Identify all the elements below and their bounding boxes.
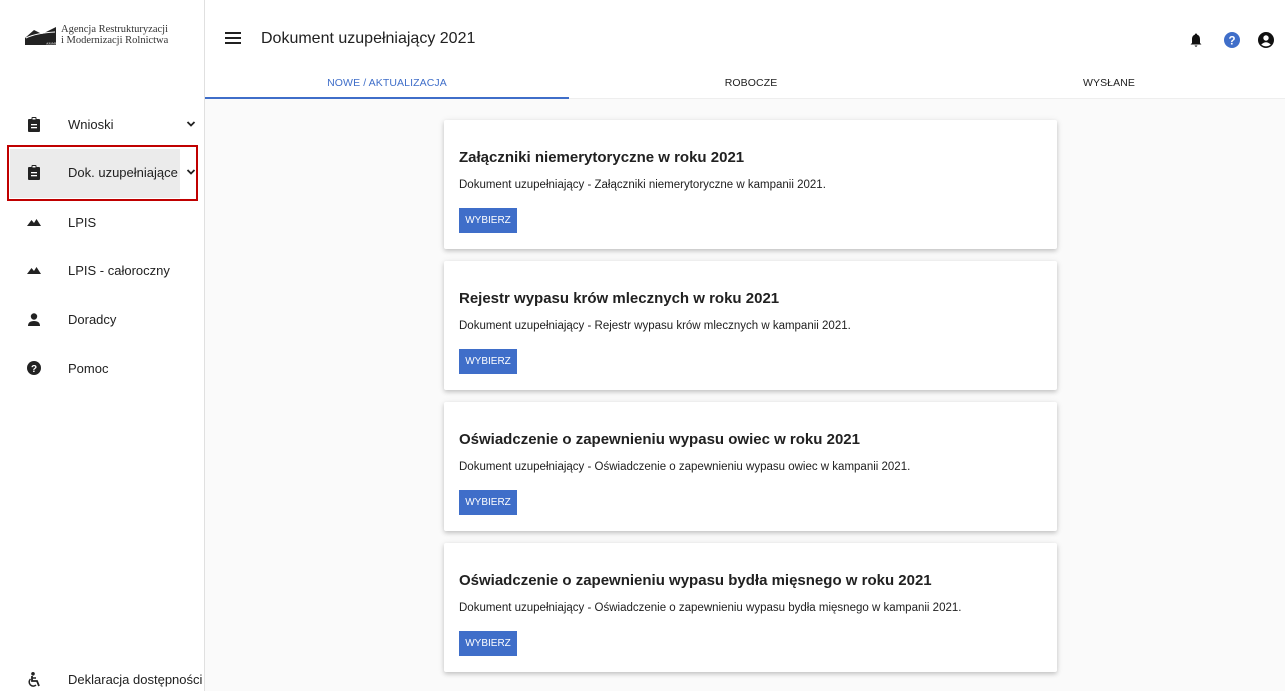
sidebar: ARiMR Agencja Restrukturyzacji i Moderni… bbox=[0, 0, 205, 691]
accessibility-icon bbox=[27, 671, 41, 687]
account-icon[interactable] bbox=[1257, 31, 1275, 49]
logo[interactable]: ARiMR Agencja Restrukturyzacji i Moderni… bbox=[24, 24, 168, 46]
landscape-icon bbox=[27, 214, 41, 230]
card-description: Dokument uzupełniający - Załączniki niem… bbox=[459, 179, 826, 191]
menu-icon[interactable] bbox=[225, 32, 241, 46]
clipboard-icon bbox=[27, 116, 41, 132]
sidebar-item-label: LPIS - całoroczny bbox=[68, 262, 170, 278]
sidebar-item-deklaracja-dostepnosci[interactable]: Deklaracja dostępności bbox=[0, 656, 205, 691]
arimr-logo-icon: ARiMR bbox=[24, 24, 57, 46]
sidebar-item-label: Pomoc bbox=[68, 360, 109, 376]
card-description: Dokument uzupełniający - Oświadczenie o … bbox=[459, 461, 911, 473]
select-button[interactable]: WYBIERZ bbox=[459, 490, 517, 515]
card-title: Załączniki niemerytoryczne w roku 2021 bbox=[459, 149, 745, 166]
document-card: Oświadczenie o zapewnieniu wypasu owiec … bbox=[444, 402, 1057, 531]
sidebar-item-lpis[interactable]: LPIS bbox=[0, 199, 205, 245]
help-circle-icon: ? bbox=[27, 360, 41, 376]
logo-text: Agencja Restrukturyzacji i Modernizacji … bbox=[61, 24, 168, 46]
bell-icon[interactable] bbox=[1187, 31, 1205, 49]
document-card: Załączniki niemerytoryczne w roku 2021 D… bbox=[444, 120, 1057, 249]
svg-text:?: ? bbox=[31, 364, 37, 375]
highlight-frame bbox=[7, 145, 198, 201]
sidebar-item-label: Wnioski bbox=[68, 116, 114, 132]
tab-robocze[interactable]: ROBOCZE bbox=[569, 66, 933, 99]
sidebar-item-doradcy[interactable]: Doradcy bbox=[0, 296, 205, 342]
help-circle-icon[interactable]: ? bbox=[1223, 31, 1241, 49]
select-button[interactable]: WYBIERZ bbox=[459, 631, 517, 656]
card-description: Dokument uzupełniający - Rejestr wypasu … bbox=[459, 320, 851, 332]
tab-nowe-aktualizacja[interactable]: NOWE / AKTUALIZACJA bbox=[205, 66, 569, 99]
svg-text:ARiMR: ARiMR bbox=[46, 42, 57, 46]
card-title: Oświadczenie o zapewnieniu wypasu bydła … bbox=[459, 572, 932, 589]
chevron-down-icon[interactable] bbox=[186, 119, 196, 129]
document-card: Rejestr wypasu krów mlecznych w roku 202… bbox=[444, 261, 1057, 390]
landscape-icon bbox=[27, 262, 41, 278]
logo-line-2: i Modernizacji Rolnictwa bbox=[61, 35, 169, 46]
document-card: Oświadczenie o zapewnieniu wypasu bydła … bbox=[444, 543, 1057, 672]
card-title: Rejestr wypasu krów mlecznych w roku 202… bbox=[459, 290, 780, 307]
active-tab-indicator bbox=[205, 97, 569, 99]
person-icon bbox=[27, 311, 41, 327]
card-title: Oświadczenie o zapewnieniu wypasu owiec … bbox=[459, 431, 860, 448]
header: Dokument uzupełniający 2021 ? NOWE / AKT… bbox=[205, 0, 1285, 99]
sidebar-item-label: LPIS bbox=[68, 214, 97, 230]
select-button[interactable]: WYBIERZ bbox=[459, 208, 517, 233]
svg-text:?: ? bbox=[1228, 35, 1235, 47]
tab-wyslane[interactable]: WYSŁANE bbox=[933, 66, 1285, 99]
logo-line-1: Agencja Restrukturyzacji bbox=[61, 24, 168, 35]
select-button[interactable]: WYBIERZ bbox=[459, 349, 517, 374]
sidebar-item-wnioski[interactable]: Wnioski bbox=[0, 101, 205, 147]
sidebar-item-lpis-caloroczny[interactable]: LPIS - całoroczny bbox=[0, 247, 205, 293]
page-title: Dokument uzupełniający 2021 bbox=[261, 30, 476, 47]
card-description: Dokument uzupełniający - Oświadczenie o … bbox=[459, 602, 962, 614]
sidebar-item-label: Deklaracja dostępności bbox=[68, 671, 203, 687]
sidebar-item-label: Doradcy bbox=[68, 311, 117, 327]
sidebar-item-pomoc[interactable]: ? Pomoc bbox=[0, 345, 205, 391]
